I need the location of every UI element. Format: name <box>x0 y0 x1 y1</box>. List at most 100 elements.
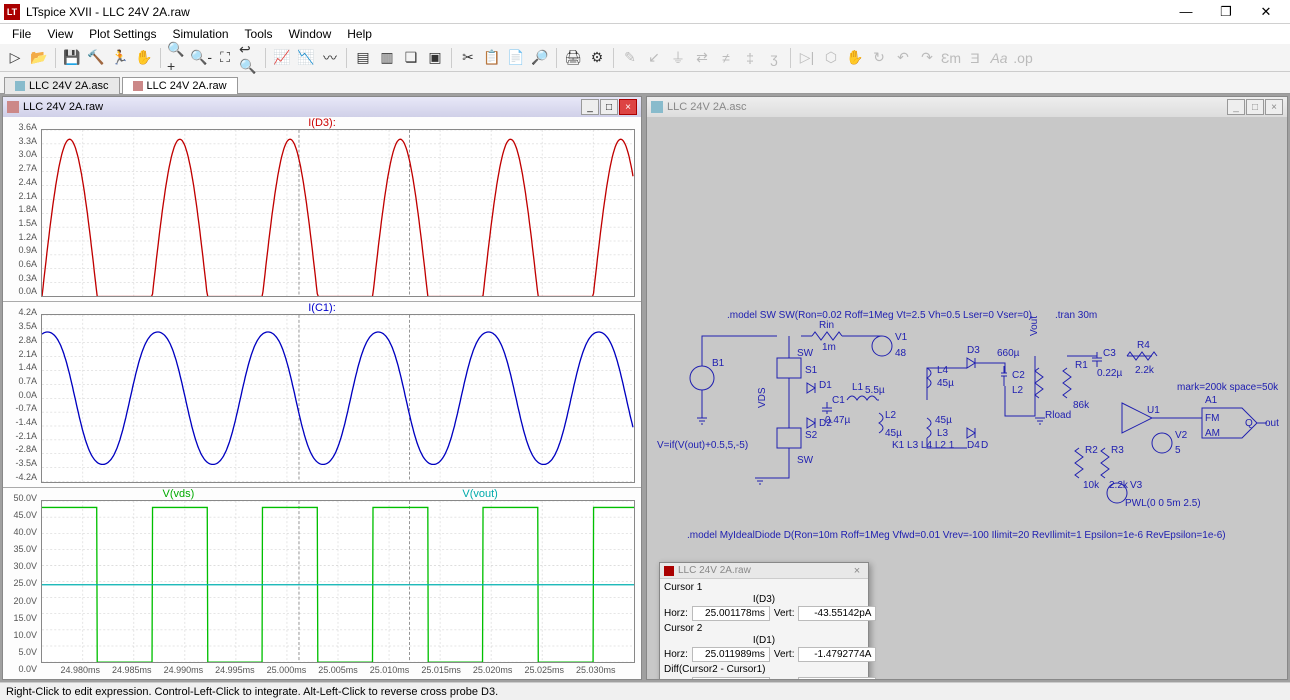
wire-icon[interactable]: ↙ <box>643 47 665 69</box>
waveform-window-titlebar[interactable]: LLC 24V 2A.raw _ □ × <box>3 97 641 117</box>
undo-icon[interactable]: ↶ <box>892 47 914 69</box>
ind-icon[interactable]: ʒ <box>763 47 785 69</box>
spice-dir-icon[interactable]: .op <box>1012 47 1034 69</box>
menu-file[interactable]: File <box>4 25 39 43</box>
tile-vert-icon[interactable]: ▥ <box>376 47 398 69</box>
plot-canvas-3[interactable] <box>41 500 635 663</box>
paste-icon[interactable]: 📄 <box>505 47 527 69</box>
rotate-icon[interactable]: Ɛm <box>940 47 962 69</box>
trace-label-vds[interactable]: V(vds) <box>163 488 195 500</box>
y-axis-2[interactable]: -4.2A-3.5A-2.8A-2.1A-1.4A-0.7A0.0A0.7A1.… <box>3 312 39 476</box>
schematic-window-titlebar[interactable]: LLC 24V 2A.asc _ □ × <box>647 97 1287 117</box>
y-axis-3[interactable]: 0.0V5.0V10.0V15.0V20.0V25.0V30.0V35.0V40… <box>3 498 39 669</box>
res-icon[interactable]: ≠ <box>715 47 737 69</box>
svg-text:SW: SW <box>797 455 814 466</box>
save-icon[interactable]: 💾 <box>61 47 83 69</box>
tab-raw[interactable]: LLC 24V 2A.raw <box>122 77 238 94</box>
close-button[interactable]: ✕ <box>1246 1 1286 23</box>
menu-plot-settings[interactable]: Plot Settings <box>81 25 164 43</box>
cursor-readout-window[interactable]: LLC 24V 2A.raw × Cursor 1 I(D3) Horz: 25… <box>659 562 869 679</box>
autorange-icon[interactable]: 📈 <box>271 47 293 69</box>
plot-pane-2[interactable]: I(C1): -4.2A-3.5A-2.8A-2.1A-1.4A-0.7A0.0… <box>3 302 641 487</box>
zoom-in-icon[interactable]: 🔍+ <box>166 47 188 69</box>
svg-text:V3: V3 <box>1130 480 1143 491</box>
cursor1-horz-value[interactable]: 25.001178ms <box>692 606 770 621</box>
svg-text:AM: AM <box>1205 428 1220 439</box>
cursor2-horz-value[interactable]: 25.011989ms <box>692 647 770 662</box>
minimize-button[interactable]: — <box>1166 1 1206 23</box>
cursor1-trace: I(D3) <box>664 594 864 605</box>
trace-label-vout[interactable]: V(vout) <box>462 488 497 500</box>
redo-icon[interactable]: ↷ <box>916 47 938 69</box>
plot-pane-3[interactable]: V(vds) V(vout) 0.0V5.0V10.0V15.0V20.0V25… <box>3 488 641 679</box>
open-icon[interactable]: 📂 <box>28 47 50 69</box>
print-icon[interactable]: 🖨 <box>562 47 584 69</box>
cascade-icon[interactable]: ❏ <box>400 47 422 69</box>
comp-icon[interactable]: ⬡ <box>820 47 842 69</box>
addtrace-icon[interactable]: 📉 <box>295 47 317 69</box>
plot-canvas-1[interactable] <box>41 129 635 297</box>
trace-label-id3[interactable]: I(D3): <box>308 117 336 129</box>
plot-area[interactable]: I(D3): 0.0A0.3A0.6A0.9A1.2A1.5A1.8A2.1A2… <box>3 117 641 679</box>
svg-text:C3: C3 <box>1103 348 1116 359</box>
mdi-minimize-button[interactable]: _ <box>1227 99 1245 115</box>
menu-view[interactable]: View <box>39 25 81 43</box>
mirror-icon[interactable]: Ǝ <box>964 47 986 69</box>
fft-icon[interactable]: 〰 <box>319 47 341 69</box>
cap-icon[interactable]: ‡ <box>739 47 761 69</box>
mdi-maximize-button[interactable]: □ <box>1246 99 1264 115</box>
svg-text:48: 48 <box>895 348 907 359</box>
cursor-window-titlebar[interactable]: LLC 24V 2A.raw × <box>660 563 868 579</box>
trace-label-ic1[interactable]: I(C1): <box>308 302 336 314</box>
zoom-back-icon[interactable]: ↩🔍 <box>238 47 260 69</box>
plot-pane-1[interactable]: I(D3): 0.0A0.3A0.6A0.9A1.2A1.5A1.8A2.1A2… <box>3 117 641 302</box>
x-axis[interactable]: 24.980ms24.985ms24.990ms24.995ms25.000ms… <box>39 665 637 679</box>
zoom-out-icon[interactable]: 🔍- <box>190 47 212 69</box>
cursor-window-close-button[interactable]: × <box>850 564 864 578</box>
cursor2-vert-value[interactable]: -1.4792774A <box>798 647 876 662</box>
plot-canvas-2[interactable] <box>41 314 635 482</box>
pencil-icon[interactable]: ✎ <box>619 47 641 69</box>
mdi-minimize-button[interactable]: _ <box>581 99 599 115</box>
find-icon[interactable]: 🔎 <box>529 47 551 69</box>
svg-text:D1: D1 <box>819 380 832 391</box>
label-icon[interactable]: ⇄ <box>691 47 713 69</box>
mdi-close-button[interactable]: × <box>1265 99 1283 115</box>
cut-icon[interactable]: ✂ <box>457 47 479 69</box>
svg-text:PWL(0 0 5m 2.5): PWL(0 0 5m 2.5) <box>1125 498 1201 509</box>
vert-label: Vert: <box>774 608 795 619</box>
hammer-icon[interactable]: 🔨 <box>85 47 107 69</box>
drag-icon[interactable]: ↻ <box>868 47 890 69</box>
svg-text:R4: R4 <box>1137 340 1150 351</box>
svg-text:.model SW SW(Ron=0.02 Roff=1Me: .model SW SW(Ron=0.02 Roff=1Meg Vt=2.5 V… <box>727 310 1032 321</box>
run-icon[interactable]: ▷ <box>4 47 26 69</box>
mdi-close-button[interactable]: × <box>619 99 637 115</box>
run2-icon[interactable]: 🏃 <box>109 47 131 69</box>
maximize-button[interactable]: ❐ <box>1206 1 1246 23</box>
ground-icon[interactable]: ⏚ <box>667 47 689 69</box>
tab-asc[interactable]: LLC 24V 2A.asc <box>4 77 120 94</box>
diff-label: Diff(Cursor2 - Cursor1) <box>664 663 864 676</box>
mdi-maximize-button[interactable]: □ <box>600 99 618 115</box>
menu-help[interactable]: Help <box>339 25 380 43</box>
diode-icon[interactable]: ▷| <box>796 47 818 69</box>
zoom-fit-icon[interactable]: ⛶ <box>214 47 236 69</box>
menu-window[interactable]: Window <box>281 25 340 43</box>
hand-icon[interactable]: ✋ <box>133 47 155 69</box>
tile-horiz-icon[interactable]: ▤ <box>352 47 374 69</box>
svg-text:1m: 1m <box>822 342 836 353</box>
copy-icon[interactable]: 📋 <box>481 47 503 69</box>
setup-icon[interactable]: ⚙ <box>586 47 608 69</box>
svg-text:5: 5 <box>1175 445 1181 456</box>
text-icon[interactable]: Aa <box>988 47 1010 69</box>
cursor1-vert-value[interactable]: -43.55142pA <box>798 606 876 621</box>
schematic-canvas[interactable]: .model SW SW(Ron=0.02 Roff=1Meg Vt=2.5 V… <box>647 117 1287 679</box>
y-axis-1[interactable]: 0.0A0.3A0.6A0.9A1.2A1.5A1.8A2.1A2.4A2.7A… <box>3 127 39 291</box>
svg-text:S1: S1 <box>805 365 818 376</box>
close-all-icon[interactable]: ▣ <box>424 47 446 69</box>
svg-text:660µ: 660µ <box>997 348 1020 359</box>
svg-text:Rin: Rin <box>819 320 834 331</box>
svg-text:FM: FM <box>1205 413 1219 424</box>
move-icon[interactable]: ✋ <box>844 47 866 69</box>
horz-label: Horz: <box>664 649 688 660</box>
